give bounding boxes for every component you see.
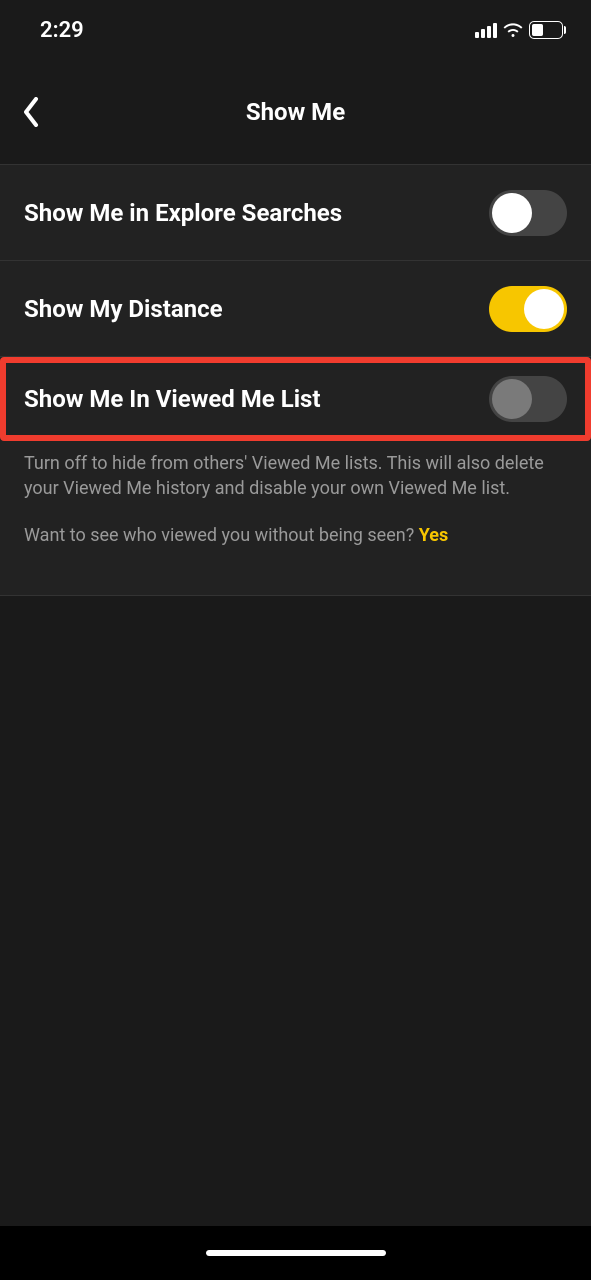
- settings-list: Show Me in Explore Searches Show My Dist…: [0, 165, 591, 596]
- screen: 2:29 37 Show Me: [0, 0, 591, 1280]
- row-label-viewed: Show Me In Viewed Me List: [24, 385, 321, 413]
- nav-header: Show Me: [0, 60, 591, 165]
- empty-area: [0, 596, 591, 1226]
- cellular-signal-icon: [475, 22, 497, 38]
- chevron-left-icon: [23, 97, 39, 127]
- row-label-explore: Show Me in Explore Searches: [24, 199, 342, 227]
- back-button[interactable]: [14, 95, 48, 129]
- battery-percent: 37: [539, 23, 553, 37]
- status-indicators: 37: [475, 21, 567, 39]
- row-label-distance: Show My Distance: [24, 295, 223, 323]
- help-prompt-prefix: Want to see who viewed you without being…: [24, 525, 419, 546]
- status-time: 2:29: [40, 18, 84, 43]
- yes-link[interactable]: Yes: [419, 525, 449, 546]
- page-title: Show Me: [246, 98, 345, 126]
- row-explore-searches: Show Me in Explore Searches: [0, 165, 591, 261]
- row-show-distance: Show My Distance: [0, 261, 591, 357]
- bottom-bar: [0, 1226, 591, 1280]
- status-bar: 2:29 37: [0, 0, 591, 60]
- home-indicator[interactable]: [206, 1250, 386, 1256]
- highlighted-row-frame: Show Me In Viewed Me List: [0, 357, 591, 441]
- help-text-block: Turn off to hide from others' Viewed Me …: [0, 441, 591, 595]
- help-description: Turn off to hide from others' Viewed Me …: [24, 451, 567, 501]
- row-viewed-me-list: Show Me In Viewed Me List: [6, 363, 585, 435]
- toggle-show-distance[interactable]: [489, 286, 567, 332]
- help-prompt: Want to see who viewed you without being…: [24, 523, 567, 548]
- toggle-explore-searches[interactable]: [489, 190, 567, 236]
- toggle-viewed-me-list[interactable]: [489, 376, 567, 422]
- battery-indicator: 37: [529, 21, 567, 39]
- wifi-icon: [503, 22, 523, 38]
